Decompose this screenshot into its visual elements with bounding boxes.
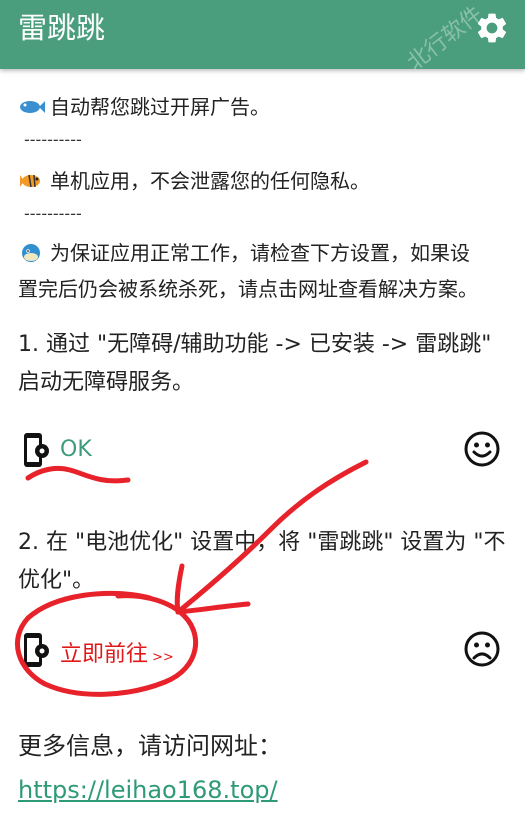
separator-1: ---------- [24, 130, 82, 149]
settings-gear-icon[interactable] [474, 10, 510, 46]
step-2-description: 2. 在 "电池优化" 设置中，将 "雷跳跳" 设置为 "不优化"。 [18, 530, 506, 593]
intro-line-3: 为保证应用正常工作，请检查下方设置，如果设 [18, 240, 470, 266]
annotation-overlay [15, 459, 369, 697]
go-to-battery-settings-button[interactable]: 立即前往 >> [60, 636, 174, 668]
website-link[interactable]: https://leihao168.top/ [18, 776, 278, 804]
intro-line-2: 单机应用，不会泄露您的任何隐私。 [18, 168, 370, 194]
intro-line-3-text-a: 为保证应用正常工作，请检查下方设置，如果设 [50, 241, 470, 265]
more-info-text: 更多信息，请访问网址： [18, 732, 282, 760]
app-bar: 雷跳跳 北行软件 [0, 0, 525, 76]
fish-icon [20, 101, 45, 113]
blowfish-icon [22, 244, 40, 262]
separator-2: ---------- [24, 204, 82, 223]
go-to-suffix: >> [152, 650, 174, 665]
phone-settings-icon [24, 433, 49, 467]
accessibility-status-ok[interactable]: OK [60, 437, 92, 462]
intro-line-1-text: 自动帮您跳过开屏广告。 [50, 95, 270, 119]
intro-line-2-text: 单机应用，不会泄露您的任何隐私。 [50, 169, 370, 193]
app-title: 雷跳跳 [18, 11, 106, 45]
phone-settings-icon [24, 633, 49, 667]
arrowhead-right-annotation [175, 601, 251, 615]
smiley-icon [464, 431, 500, 467]
ok-underline-annotation [25, 465, 131, 484]
intro-line-1: 自动帮您跳过开屏广告。 [18, 94, 270, 120]
frown-icon [464, 631, 500, 667]
tropical-fish-icon [20, 174, 40, 188]
step-1-description: 1. 通过 "无障碍/辅助功能 -> 已安装 -> 雷跳跳" 启动无障碍服务。 [18, 332, 492, 395]
go-to-label: 立即前往 [60, 642, 149, 667]
intro-line-3-text-b: 置完后仍会被系统杀死，请点击网址查看解决方案。 [18, 277, 478, 301]
